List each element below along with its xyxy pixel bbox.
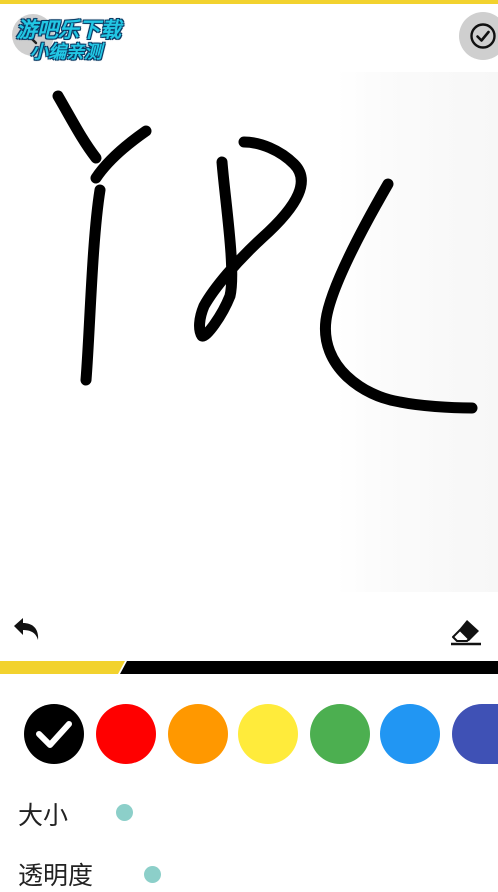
stroke-2: [90, 125, 152, 184]
opacity-slider-thumb[interactable]: [144, 866, 161, 883]
color-swatch-red[interactable]: [96, 704, 156, 764]
undo-icon: [14, 618, 39, 640]
top-accent-strip: [0, 0, 498, 4]
undo-button[interactable]: [8, 612, 44, 652]
watermark-logo: 游吧乐下载 小编亲测: [14, 10, 154, 63]
color-palette: [0, 700, 498, 770]
confirm-button[interactable]: [459, 12, 498, 60]
opacity-label: 透明度: [18, 861, 94, 890]
stroke-1: [52, 90, 102, 164]
drawing-canvas[interactable]: [0, 66, 498, 606]
stroke-3: [80, 184, 106, 386]
color-swatch-yellow[interactable]: [238, 704, 298, 764]
color-swatch-indigo[interactable]: [452, 704, 498, 764]
size-slider-thumb[interactable]: [116, 804, 133, 821]
stroke-4: [194, 136, 307, 342]
divider-bar: [0, 661, 498, 674]
watermark-line-2: 小编亲测: [30, 42, 102, 63]
stroke-5: [319, 178, 478, 414]
color-swatch-green[interactable]: [310, 704, 370, 764]
color-swatch-blue[interactable]: [380, 704, 440, 764]
check-icon: [36, 721, 72, 748]
color-swatch-orange[interactable]: [168, 704, 228, 764]
eraser-button[interactable]: [446, 614, 486, 650]
eraser-icon: [451, 620, 481, 646]
color-swatch-black[interactable]: [24, 704, 84, 764]
check-circle-icon: [470, 23, 496, 49]
size-label: 大小: [18, 801, 69, 830]
